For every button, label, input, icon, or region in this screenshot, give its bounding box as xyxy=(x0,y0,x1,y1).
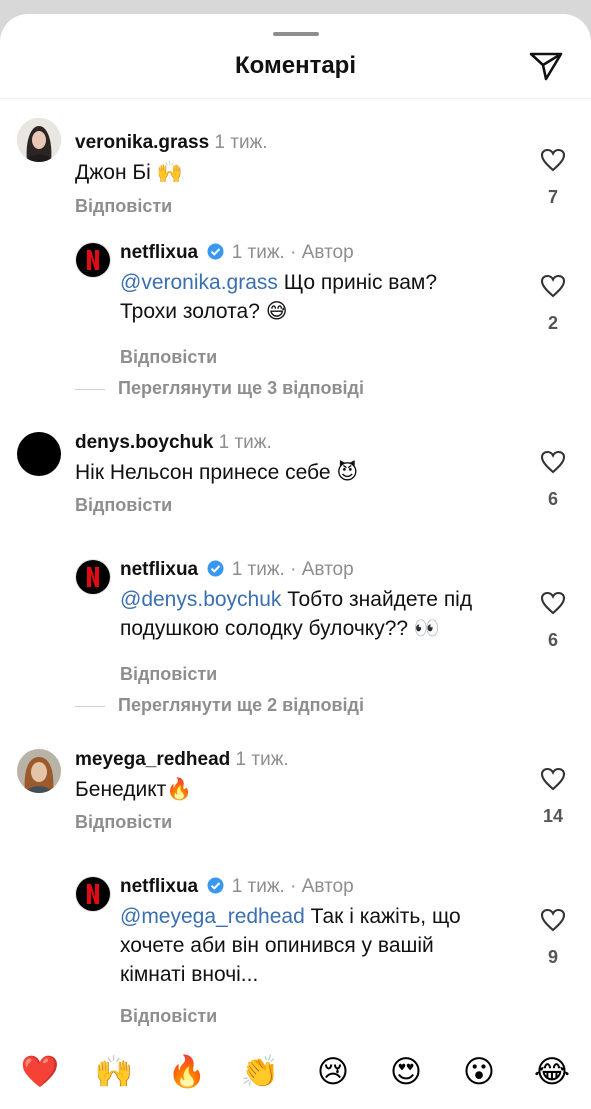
mention-link[interactable]: @veronika.grass xyxy=(120,271,278,294)
heart-icon xyxy=(540,274,566,298)
heart-icon xyxy=(540,908,566,932)
like-count: 2 xyxy=(547,313,558,333)
emoji-heart-eyes-button[interactable]: 😍 xyxy=(386,1052,426,1092)
comment-username[interactable]: meyega_redhead xyxy=(75,749,230,770)
reply-button[interactable]: Відповісти xyxy=(75,196,172,217)
heart-icon xyxy=(540,148,566,172)
view-more-label: Переглянути ще 2 відповіді xyxy=(118,695,364,715)
comment-username[interactable]: veronika.grass xyxy=(75,132,209,153)
view-more-replies[interactable]: Переглянути ще 2 відповіді xyxy=(75,695,364,716)
sheet-title: Коментарі xyxy=(234,52,357,79)
emoji-clap-button[interactable]: 👏 xyxy=(240,1052,280,1092)
avatar[interactable] xyxy=(17,432,61,476)
reply-button[interactable]: Відповісти xyxy=(120,347,217,368)
avatar[interactable] xyxy=(17,118,61,162)
view-more-label: Переглянути ще 3 відповіді xyxy=(118,378,364,398)
reply-text-line: кімнаті вночі... xyxy=(120,963,259,986)
mention-link[interactable]: @meyega_redhead xyxy=(120,905,305,928)
emoji-raised-hands-button[interactable]: 🙌 xyxy=(94,1052,134,1092)
avatar[interactable] xyxy=(17,749,61,793)
verified-badge-icon xyxy=(207,243,224,260)
avatar[interactable] xyxy=(75,876,111,912)
like-count: 7 xyxy=(547,187,558,207)
like-count: 6 xyxy=(547,630,558,650)
reply-text: Що приніс вам? xyxy=(277,271,438,294)
emoji-fire-button[interactable]: 🔥 xyxy=(167,1052,207,1092)
reply-button[interactable]: Відповісти xyxy=(120,1006,217,1027)
emoji-heart-button[interactable]: ❤️ xyxy=(20,1052,60,1092)
verified-badge-icon xyxy=(207,560,224,577)
like-button[interactable]: 6 xyxy=(536,450,570,510)
emoji-crying-button[interactable]: 😢 xyxy=(313,1052,353,1092)
divider-line xyxy=(75,705,105,707)
like-count: 6 xyxy=(547,489,558,509)
reply-username[interactable]: netflixua xyxy=(120,242,198,263)
reply-text-line: Трохи золота? 😅 xyxy=(120,300,288,323)
comment-time: 1 тиж. xyxy=(218,432,272,453)
view-more-replies[interactable]: Переглянути ще 3 відповіді xyxy=(75,378,364,399)
heart-icon xyxy=(540,767,566,791)
heart-icon xyxy=(540,591,566,615)
reply-button[interactable]: Відповісти xyxy=(120,664,217,685)
reply-meta: 1 тиж. · Автор xyxy=(231,559,354,580)
reply-meta: 1 тиж. · Автор xyxy=(231,876,354,897)
devil-emoji: 😈 xyxy=(336,461,359,484)
like-button[interactable]: 7 xyxy=(536,148,570,208)
heart-icon xyxy=(540,450,566,474)
paper-plane-icon[interactable] xyxy=(528,50,564,82)
like-button[interactable]: 6 xyxy=(536,591,570,651)
avatar[interactable] xyxy=(75,559,111,595)
reply-username[interactable]: netflixua xyxy=(120,876,198,897)
fire-emoji: 🔥 xyxy=(166,778,193,801)
avatar[interactable] xyxy=(75,242,111,278)
emoji-surprised-button[interactable]: 😮 xyxy=(459,1052,499,1092)
reply-text: Тобто знайдете під xyxy=(281,588,473,611)
reply-username[interactable]: netflixua xyxy=(120,559,198,580)
reply-button[interactable]: Відповісти xyxy=(75,812,172,833)
raised-hands-emoji: 🙌 xyxy=(156,161,183,184)
drag-handle[interactable] xyxy=(273,32,319,36)
comment-text: Нік Нельсон принесе себе xyxy=(75,461,331,484)
comment-time: 1 тиж. xyxy=(235,749,289,770)
emoji-laughing-button[interactable]: 😂 xyxy=(532,1052,572,1092)
comments-sheet: Коментарі veronika.grass 1 тиж. Джон Бі … xyxy=(0,14,591,1109)
like-count: 14 xyxy=(542,806,564,826)
header-divider xyxy=(0,98,591,99)
reply-text-line: подушкою солодку булочку?? 👀 xyxy=(120,617,441,640)
like-button[interactable]: 9 xyxy=(536,908,570,968)
comment-text: Бенедикт xyxy=(75,778,167,801)
reply-text: Так і кажіть, що xyxy=(304,905,461,928)
reply-text-line: хочете аби він опинився у вашій xyxy=(120,934,434,957)
comment-username[interactable]: denys.boychuk xyxy=(75,432,213,453)
comment-time: 1 тиж. xyxy=(214,132,268,153)
like-button[interactable]: 2 xyxy=(536,274,570,334)
reply-meta: 1 тиж. · Автор xyxy=(231,242,354,263)
like-count: 9 xyxy=(547,947,558,967)
comment-text: Джон Бі xyxy=(75,161,151,184)
divider-line xyxy=(75,388,105,390)
verified-badge-icon xyxy=(207,877,224,894)
emoji-quick-bar: ❤️ 🙌 🔥 👏 😢 😍 😮 😂 xyxy=(0,1034,591,1109)
reply-button[interactable]: Відповісти xyxy=(75,495,172,516)
like-button[interactable]: 14 xyxy=(536,767,570,827)
mention-link[interactable]: @denys.boychuk xyxy=(120,588,281,611)
